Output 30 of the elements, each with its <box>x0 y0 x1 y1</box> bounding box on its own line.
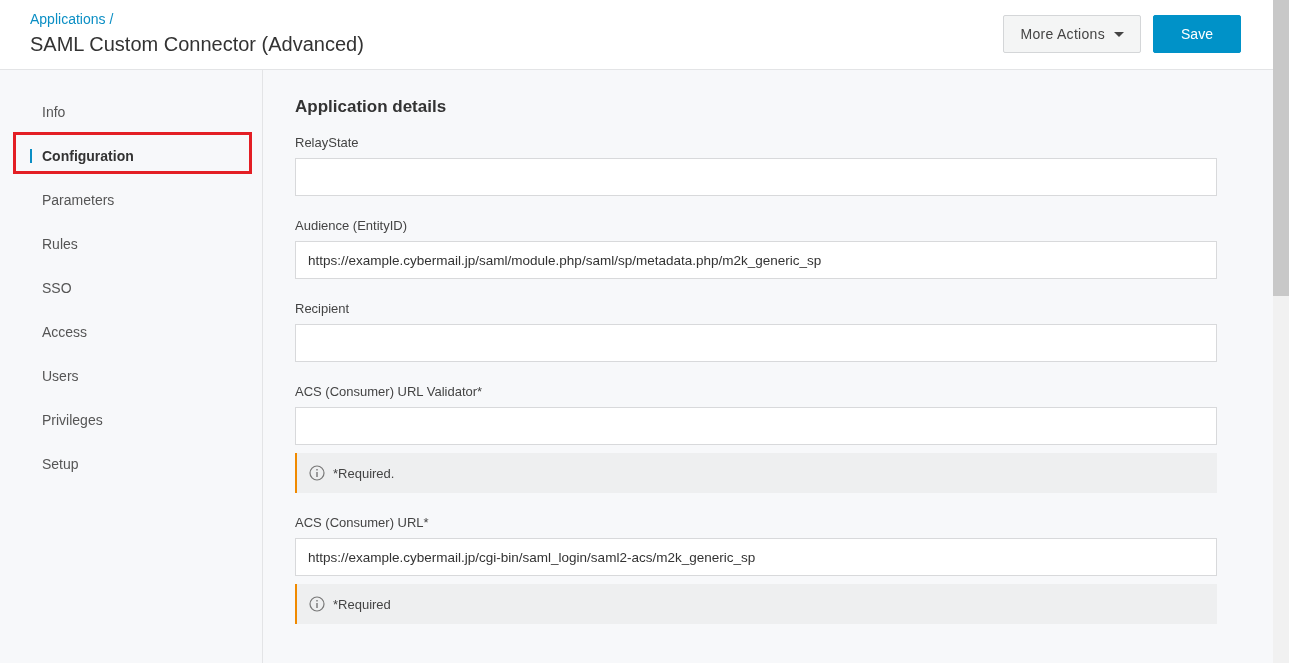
notice-text: *Required <box>333 596 391 612</box>
info-icon <box>309 465 325 481</box>
scrollbar-thumb[interactable] <box>1273 0 1289 296</box>
input-field[interactable] <box>295 407 1217 445</box>
input-field[interactable] <box>295 324 1217 362</box>
sidebar-item[interactable]: Parameters <box>0 178 262 222</box>
field-label: ACS (Consumer) URL Validator* <box>295 384 484 399</box>
input-field[interactable]: https://example.cybermail.jp/cgi-bin/saml_login/saml2-acs/m2k_generic_sp <box>295 538 1217 576</box>
field-label: Recipient <box>295 301 351 316</box>
sidebar-item[interactable]: Info <box>0 90 262 134</box>
info-icon <box>309 596 325 612</box>
sidebar-item[interactable]: Users <box>0 354 262 398</box>
field-label: Audience (EntityID) <box>295 218 408 233</box>
sidebar-item[interactable]: Privileges <box>0 398 262 442</box>
input-field[interactable]: https://example.cybermail.jp/saml/module.php/saml/sp/metadata.php/m2k_generic_sp <box>295 241 1217 279</box>
more-actions-button[interactable]: More Actions <box>1003 15 1141 53</box>
sidebar-item[interactable]: Access <box>0 310 262 354</box>
sidebar-item[interactable]: Setup <box>0 442 262 486</box>
sidebar-item[interactable]: Rules <box>0 222 262 266</box>
breadcrumb-link[interactable]: Applications / <box>30 11 364 27</box>
caret-icon <box>1114 31 1124 37</box>
field-label: RelayState <box>295 135 360 150</box>
page-title: SAML Custom Connector (Advanced) <box>30 33 364 56</box>
section-title: Application details <box>295 97 448 117</box>
field-label: ACS (Consumer) URL* <box>295 515 430 530</box>
input-field[interactable] <box>295 158 1217 196</box>
sidebar-item[interactable]: SSO <box>0 266 262 310</box>
notice-text: *Required. <box>333 465 395 481</box>
scrollbar[interactable] <box>1273 0 1289 663</box>
save-button[interactable]: Save <box>1153 15 1241 53</box>
